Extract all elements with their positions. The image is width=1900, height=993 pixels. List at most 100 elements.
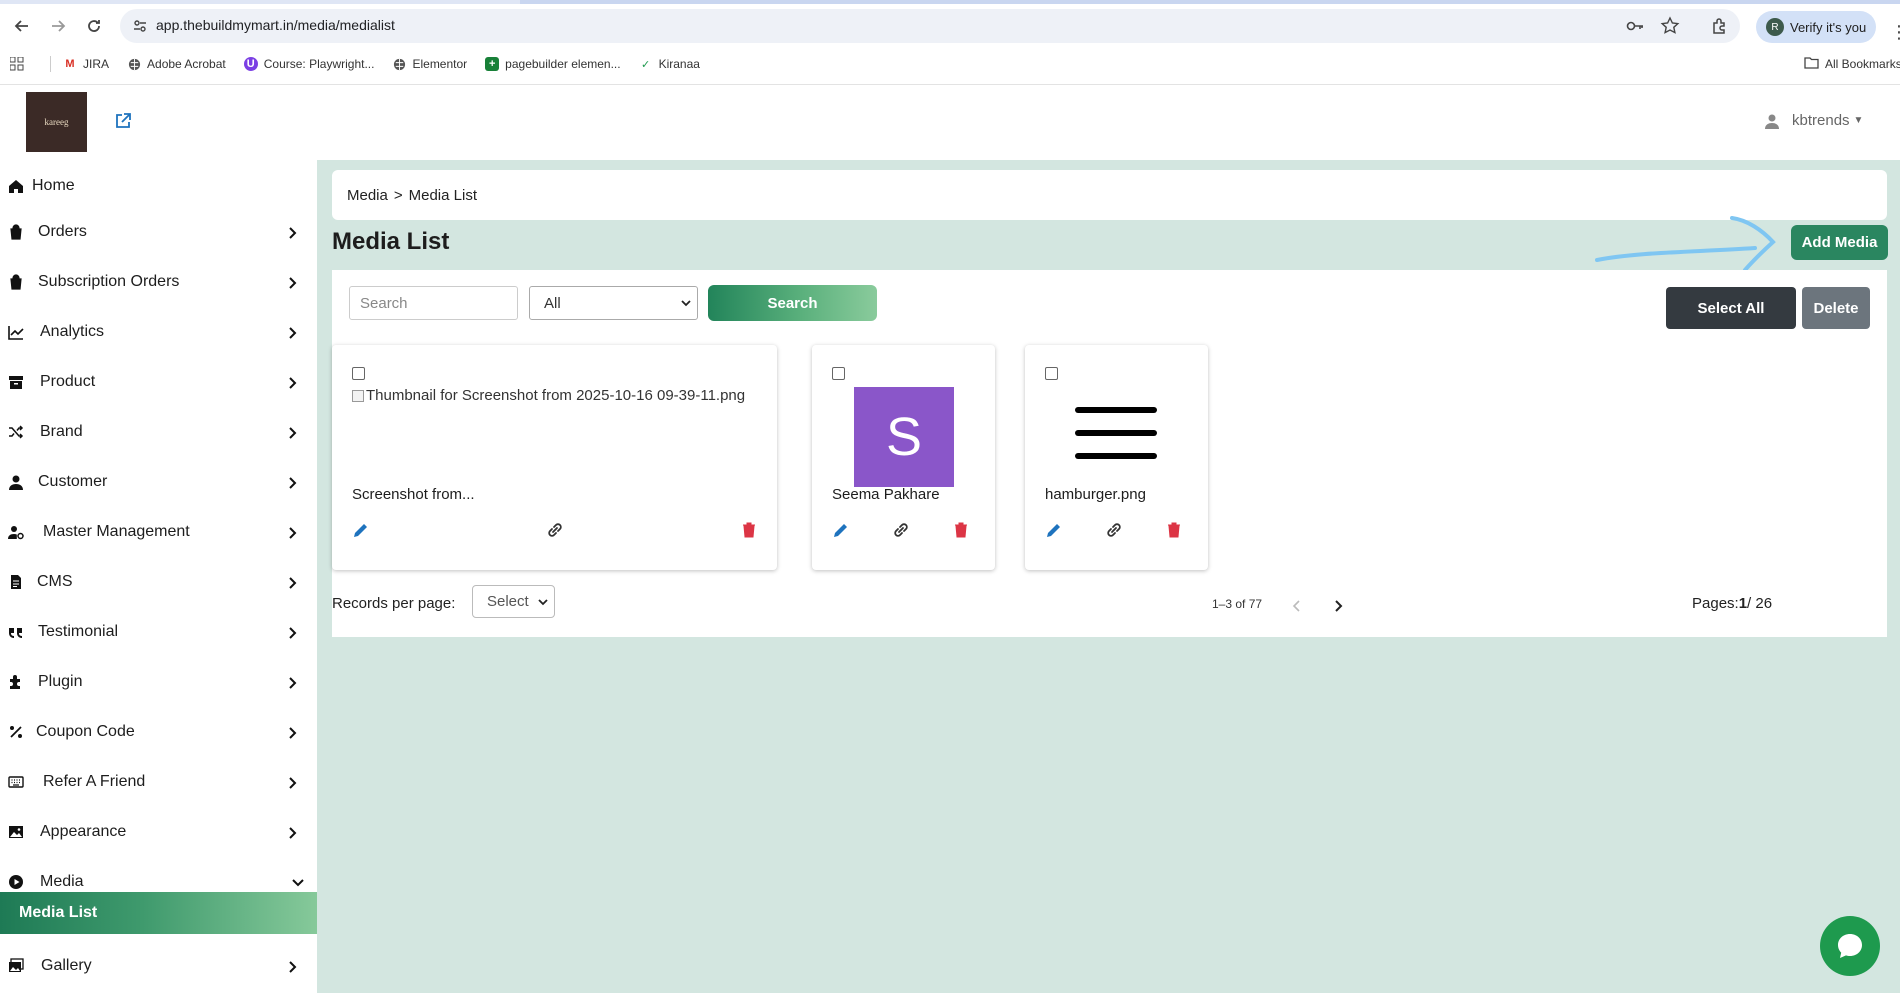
pagination-range: 1–3 of 77 <box>1212 597 1263 611</box>
sidebar-item-label: CMS <box>37 573 73 590</box>
brand-logo[interactable]: kareeg <box>26 92 87 152</box>
media-type-select[interactable]: All <box>529 286 698 320</box>
bookmarks-bar: M JIRA Adobe Acrobat U Course: Playwrigh… <box>0 50 1900 78</box>
prev-page-icon[interactable] <box>1290 599 1304 613</box>
sidebar-item-plugin[interactable]: Plugin <box>0 662 317 702</box>
trash-icon[interactable] <box>1165 521 1183 539</box>
file-icon <box>8 574 24 590</box>
media-checkbox[interactable] <box>1045 367 1058 380</box>
link-icon[interactable] <box>1105 521 1123 539</box>
bag-icon <box>8 274 24 290</box>
sidebar-item-brand[interactable]: Brand <box>0 412 317 452</box>
media-checkbox[interactable] <box>352 367 365 380</box>
quote-icon <box>8 624 24 640</box>
records-per-page-value: Select <box>487 593 529 610</box>
sidebar-item-label: Appearance <box>40 823 127 840</box>
sidebar-item-customer[interactable]: Customer <box>0 462 317 502</box>
media-checkbox[interactable] <box>832 367 845 380</box>
chevron-down-icon <box>681 300 691 307</box>
search-input[interactable]: Search <box>349 286 518 320</box>
sidebar-item-analytics[interactable]: Analytics <box>0 312 317 352</box>
back-icon[interactable] <box>10 14 34 38</box>
trash-icon[interactable] <box>740 521 758 539</box>
address-bar[interactable]: app.thebuildmymart.in/media/medialist <box>120 9 1740 43</box>
verify-profile-button[interactable]: R Verify it's you <box>1756 11 1876 43</box>
sidebar-item-appearance[interactable]: Appearance <box>0 812 317 852</box>
edit-icon[interactable] <box>1045 521 1063 539</box>
browser-active-tab[interactable] <box>520 0 1900 4</box>
puzzle-icon <box>8 674 24 690</box>
bookmark-label: Course: Playwright... <box>263 57 375 71</box>
link-icon[interactable] <box>546 521 564 539</box>
sidebar-item-testimonial[interactable]: Testimonial <box>0 612 317 652</box>
bookmark-label: Adobe Acrobat <box>147 57 226 71</box>
delete-button[interactable]: Delete <box>1802 287 1870 329</box>
trash-icon[interactable] <box>952 521 970 539</box>
next-page-icon[interactable] <box>1331 599 1345 613</box>
user-gear-icon <box>8 524 24 540</box>
link-icon[interactable] <box>892 521 910 539</box>
chevron-right-icon <box>287 626 299 639</box>
sidebar-item-product[interactable]: Product <box>0 362 317 402</box>
apps-icon[interactable] <box>10 57 24 71</box>
site-settings-icon[interactable] <box>132 18 148 34</box>
sidebar-item-label: Subscription Orders <box>38 273 180 290</box>
key-icon[interactable] <box>1625 16 1645 36</box>
chat-widget-button[interactable] <box>1820 916 1880 976</box>
chevron-right-icon <box>287 226 299 239</box>
search-button[interactable]: Search <box>708 285 877 321</box>
play-circle-icon <box>8 874 24 890</box>
forward-icon[interactable] <box>46 14 70 38</box>
edit-icon[interactable] <box>352 521 370 539</box>
sidebar-item-orders[interactable]: Orders <box>0 212 317 252</box>
sidebar-item-label: Media <box>40 873 84 890</box>
bookmark-kiranaa[interactable]: ✓ Kiranaa <box>639 57 700 71</box>
main-content: Media > Media List Media List Add Media … <box>317 160 1900 993</box>
sidebar-item-home[interactable]: Home <box>0 166 317 206</box>
sidebar-subitem-media-list[interactable]: Media List <box>0 892 317 934</box>
records-per-page-label: Records per page: <box>332 595 456 612</box>
sidebar-item-subscription-orders[interactable]: Subscription Orders <box>0 262 317 302</box>
sidebar-item-label: Testimonial <box>38 623 119 640</box>
box-icon <box>8 374 24 390</box>
extensions-icon[interactable] <box>1708 14 1732 38</box>
broken-image-icon <box>352 389 364 402</box>
sidebar-item-master-management[interactable]: Master Management <box>0 512 317 552</box>
star-icon[interactable] <box>1660 16 1680 36</box>
bookmark-adobe-acrobat[interactable]: Adobe Acrobat <box>127 57 226 71</box>
sidebar-item-label: Brand <box>40 423 83 440</box>
sidebar-item-refer-a-friend[interactable]: Refer A Friend <box>0 762 317 802</box>
sidebar-item-gallery[interactable]: Gallery <box>0 946 317 986</box>
sidebar-item-coupon-code[interactable]: Coupon Code <box>0 712 317 752</box>
sidebar-item-label: Home <box>32 177 75 194</box>
sidebar-item-cms[interactable]: CMS <box>0 562 317 602</box>
pages-indicator: Pages:1/ 26 <box>1692 595 1772 612</box>
add-media-button[interactable]: Add Media <box>1791 225 1888 260</box>
bookmark-course-playwright[interactable]: U Course: Playwright... <box>243 57 375 71</box>
bookmarks-divider <box>50 56 51 72</box>
keyboard-icon <box>8 774 24 790</box>
profile-avatar: R <box>1766 18 1784 36</box>
external-link-icon[interactable] <box>114 112 132 130</box>
media-type-value: All <box>544 294 561 312</box>
breadcrumb-parent[interactable]: Media <box>347 187 388 204</box>
sidebar-subitem-label: Media List <box>19 904 98 921</box>
bookmark-label: Kiranaa <box>658 57 700 71</box>
media-name: Screenshot from... <box>352 486 475 503</box>
select-all-button[interactable]: Select All <box>1666 287 1796 329</box>
bookmark-pagebuilder[interactable]: + pagebuilder elemen... <box>485 57 621 71</box>
browser-menu-icon[interactable]: ⋮ <box>1890 22 1900 43</box>
records-per-page-select[interactable]: Select <box>472 585 555 618</box>
pages-prefix: Pages: <box>1692 595 1739 612</box>
sidebar-item-label: Plugin <box>38 673 83 690</box>
udemy-icon: U <box>243 57 258 71</box>
caret-down-icon: ▼ <box>1853 115 1864 126</box>
user-menu[interactable]: kbtrends ▼ <box>1764 112 1863 129</box>
bookmark-jira[interactable]: M JIRA <box>63 57 109 71</box>
edit-icon[interactable] <box>832 521 850 539</box>
all-bookmarks[interactable]: All Bookmarks <box>1804 50 1900 78</box>
bookmark-elementor[interactable]: Elementor <box>392 57 467 71</box>
sidebar-item-label: Refer A Friend <box>43 773 146 790</box>
reload-icon[interactable] <box>82 14 106 38</box>
logo-text: kareeg <box>44 117 69 127</box>
